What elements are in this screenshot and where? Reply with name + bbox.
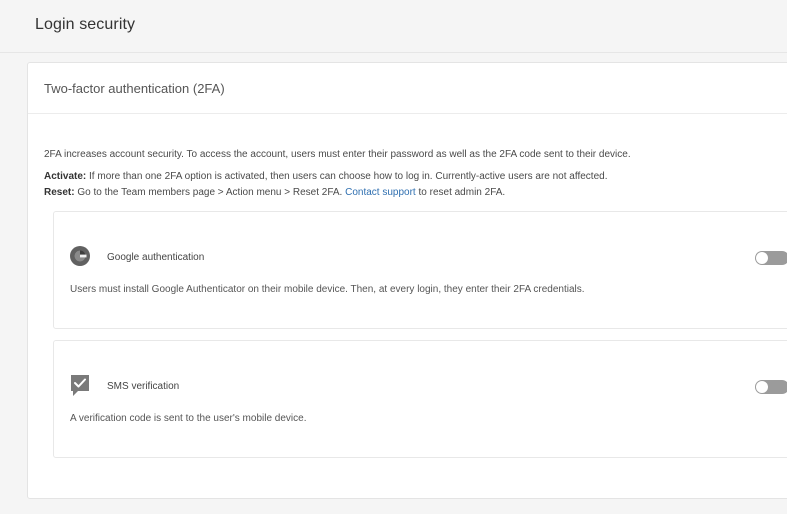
reset-suffix: to reset admin 2FA. [415, 187, 506, 198]
activate-text: If more than one 2FA option is activated… [86, 171, 608, 182]
google-auth-toggle[interactable] [755, 251, 787, 265]
page-header: Login security [0, 0, 787, 53]
toggle-knob [756, 252, 768, 264]
option-google-authentication: Google authentication Users must install… [53, 211, 787, 329]
option-sms-verification: SMS verification A verification code is … [53, 340, 787, 458]
reset-label: Reset: [44, 187, 75, 198]
activate-note: Activate: If more than one 2FA option is… [44, 171, 607, 182]
toggle-knob [756, 381, 768, 393]
sms-verification-toggle[interactable] [755, 380, 787, 394]
option-title-sms: SMS verification [107, 381, 180, 392]
reset-text: Go to the Team members page > Action men… [74, 187, 346, 198]
google-authenticator-icon [70, 246, 90, 266]
contact-support-link[interactable]: Contact support [345, 187, 416, 198]
card-header: Two-factor authentication (2FA) [28, 63, 787, 114]
activate-label: Activate: [44, 171, 87, 182]
card-title: Two-factor authentication (2FA) [44, 81, 225, 96]
option-title-google: Google authentication [107, 252, 205, 263]
intro-text: 2FA increases account security. To acces… [44, 149, 631, 160]
option-desc-sms: A verification code is sent to the user'… [70, 413, 307, 424]
sms-check-icon [70, 374, 90, 396]
option-desc-google: Users must install Google Authenticator … [70, 284, 585, 295]
two-factor-card: Two-factor authentication (2FA) 2FA incr… [27, 62, 787, 499]
page-title: Login security [35, 16, 136, 33]
reset-note: Reset: Go to the Team members page > Act… [44, 187, 505, 198]
